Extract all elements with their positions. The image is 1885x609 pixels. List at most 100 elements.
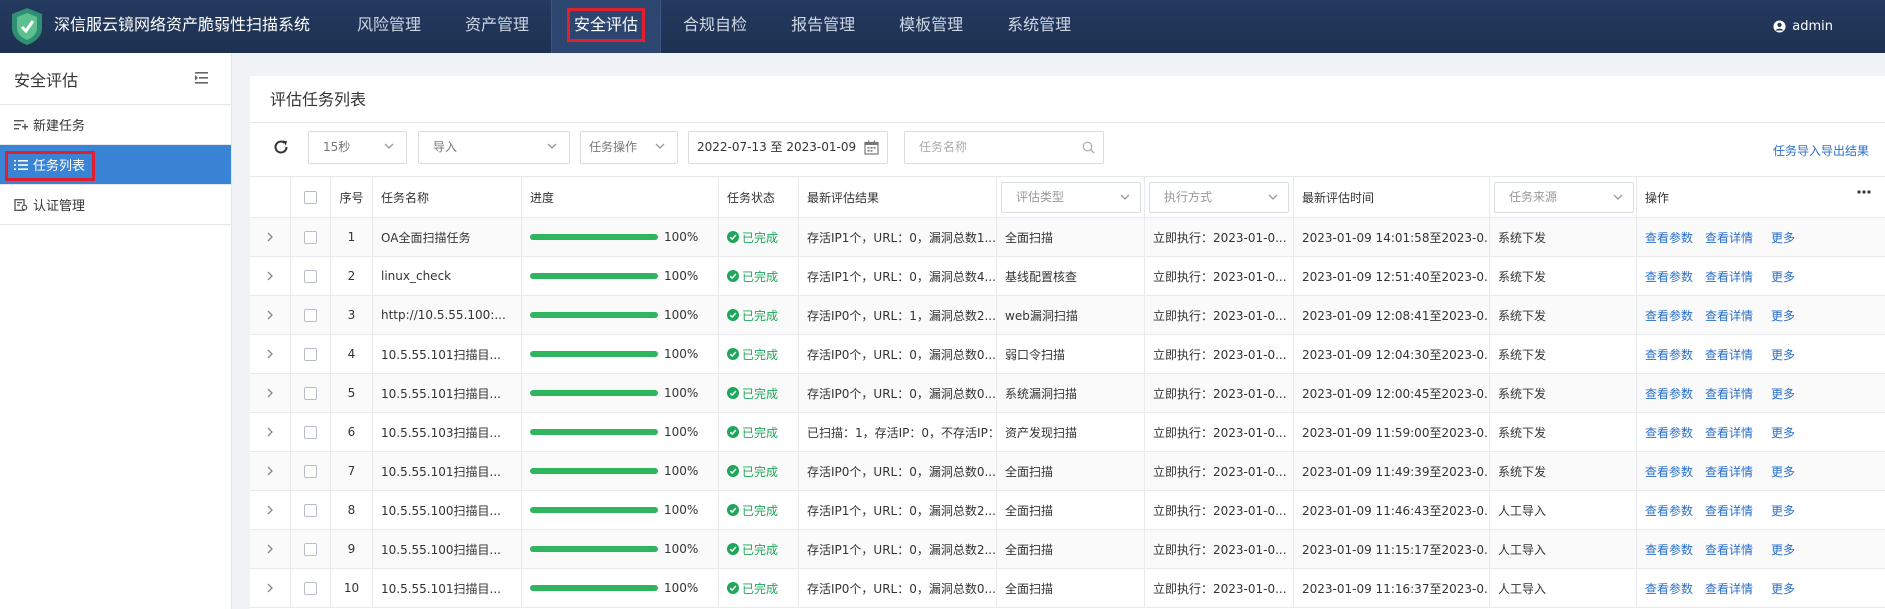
nav-system-management[interactable]: 系统管理 — [985, 0, 1093, 53]
row-checkbox[interactable] — [304, 425, 317, 439]
user-menu[interactable]: admin — [1773, 0, 1833, 53]
table-row[interactable]: 6 10.5.55.103扫描目... 100% 已完成 已扫描：1，存活IP：… — [250, 413, 1885, 452]
chevron-right-icon[interactable] — [266, 505, 274, 515]
chevron-right-icon[interactable] — [266, 583, 274, 593]
chevron-right-icon[interactable] — [266, 427, 274, 437]
table-row[interactable]: 5 10.5.55.101扫描目... 100% 已完成 存活IP0个，URL：… — [250, 374, 1885, 413]
row-task-name: 10.5.55.101扫描目... — [373, 335, 522, 373]
nav-security-assessment[interactable]: 安全评估 — [551, 0, 662, 53]
assessment-type-filter[interactable]: 评估类型 — [1001, 181, 1141, 213]
table-row[interactable]: 2 linux_check 100% 已完成 存活IP1个，URL：0，漏洞总数… — [250, 257, 1885, 296]
status-text: 已完成 — [742, 542, 779, 557]
row-checkbox[interactable] — [304, 230, 317, 244]
row-progress: 100% — [522, 413, 719, 451]
task-source-filter[interactable]: 任务来源 — [1494, 181, 1634, 213]
more-link[interactable]: 更多 — [1771, 424, 1795, 441]
table-row[interactable]: 7 10.5.55.101扫描目... 100% 已完成 存活IP0个，URL：… — [250, 452, 1885, 491]
nav-asset-management[interactable]: 资产管理 — [443, 0, 551, 53]
status-text: 已完成 — [742, 269, 779, 284]
row-checkbox[interactable] — [304, 464, 317, 478]
view-details-link[interactable]: 查看详情 — [1705, 463, 1753, 480]
view-details-link[interactable]: 查看详情 — [1705, 268, 1753, 285]
view-params-link[interactable]: 查看参数 — [1645, 580, 1693, 597]
row-task-source: 系统下发 — [1490, 257, 1637, 295]
row-task-source: 人工导入 — [1490, 569, 1637, 607]
row-checkbox[interactable] — [304, 347, 317, 361]
view-details-link[interactable]: 查看详情 — [1705, 307, 1753, 324]
more-link[interactable]: 更多 — [1771, 463, 1795, 480]
sidebar-item-new-task[interactable]: 新建任务 — [0, 105, 231, 145]
chevron-right-icon[interactable] — [266, 349, 274, 359]
view-details-link[interactable]: 查看详情 — [1705, 424, 1753, 441]
view-params-link[interactable]: 查看参数 — [1645, 424, 1693, 441]
chevron-right-icon[interactable] — [266, 544, 274, 554]
view-params-link[interactable]: 查看参数 — [1645, 463, 1693, 480]
chevron-right-icon[interactable] — [266, 466, 274, 476]
view-details-link[interactable]: 查看详情 — [1705, 541, 1753, 558]
nav-compliance-check[interactable]: 合规自检 — [661, 0, 769, 53]
table-row[interactable]: 9 10.5.55.100扫描目... 100% 已完成 存活IP1个，URL：… — [250, 530, 1885, 569]
task-operation-select[interactable]: 任务操作 — [580, 131, 678, 164]
chevron-down-icon — [547, 143, 557, 149]
row-checkbox[interactable] — [304, 581, 317, 595]
view-details-link[interactable]: 查看详情 — [1705, 346, 1753, 363]
chevron-right-icon[interactable] — [266, 388, 274, 398]
import-select[interactable]: 导入 — [418, 131, 570, 164]
chevron-right-icon[interactable] — [266, 271, 274, 281]
row-checkbox[interactable] — [304, 308, 317, 322]
row-task-name: linux_check — [373, 257, 522, 295]
more-link[interactable]: 更多 — [1771, 385, 1795, 402]
view-params-link[interactable]: 查看参数 — [1645, 502, 1693, 519]
refresh-icon[interactable] — [273, 139, 289, 155]
nav-risk-management[interactable]: 风险管理 — [335, 0, 443, 53]
task-import-export-results-link[interactable]: 任务导入导出结果 — [1773, 142, 1869, 159]
view-params-link[interactable]: 查看参数 — [1645, 229, 1693, 246]
more-link[interactable]: 更多 — [1771, 307, 1795, 324]
view-details-link[interactable]: 查看详情 — [1705, 229, 1753, 246]
header-select-all[interactable] — [291, 177, 331, 217]
collapse-menu-icon[interactable] — [195, 71, 211, 85]
chevron-right-icon[interactable] — [266, 232, 274, 242]
view-details-link[interactable]: 查看详情 — [1705, 580, 1753, 597]
table-row[interactable]: 3 http://10.5.55.100:... 100% 已完成 存活IP0个… — [250, 296, 1885, 335]
more-link[interactable]: 更多 — [1771, 268, 1795, 285]
view-params-link[interactable]: 查看参数 — [1645, 268, 1693, 285]
row-status: 已完成 — [719, 335, 799, 373]
task-name-search-input[interactable]: 任务名称 — [904, 131, 1104, 164]
nav-report-management[interactable]: 报告管理 — [769, 0, 877, 53]
view-params-link[interactable]: 查看参数 — [1645, 385, 1693, 402]
more-link[interactable]: 更多 — [1771, 502, 1795, 519]
date-range-picker[interactable]: 2022-07-13 至 2023-01-09 — [688, 131, 888, 164]
app-logo-icon — [12, 8, 42, 45]
refresh-interval-value: 15秒 — [323, 140, 351, 154]
view-details-link[interactable]: 查看详情 — [1705, 385, 1753, 402]
table-row[interactable]: 4 10.5.55.101扫描目... 100% 已完成 存活IP0个，URL：… — [250, 335, 1885, 374]
view-params-link[interactable]: 查看参数 — [1645, 346, 1693, 363]
refresh-interval-select[interactable]: 15秒 — [308, 131, 407, 164]
row-checkbox[interactable] — [304, 269, 317, 283]
view-details-link[interactable]: 查看详情 — [1705, 502, 1753, 519]
select-all-checkbox[interactable] — [304, 190, 317, 204]
more-link[interactable]: 更多 — [1771, 229, 1795, 246]
row-operations: 查看参数 查看详情 更多 — [1637, 374, 1885, 412]
sidebar-item-auth-management[interactable]: 认证管理 — [0, 185, 231, 225]
status-text: 已完成 — [742, 230, 779, 245]
row-checkbox[interactable] — [304, 386, 317, 400]
view-params-link[interactable]: 查看参数 — [1645, 541, 1693, 558]
table-row[interactable]: 1 OA全面扫描任务 100% 已完成 存活IP1个，URL：0，漏洞总数1..… — [250, 218, 1885, 257]
more-link[interactable]: 更多 — [1771, 346, 1795, 363]
row-checkbox[interactable] — [304, 503, 317, 517]
execution-mode-filter[interactable]: 执行方式 — [1149, 181, 1289, 213]
table-row[interactable]: 8 10.5.55.100扫描目... 100% 已完成 存活IP1个，URL：… — [250, 491, 1885, 530]
column-settings-icon[interactable] — [1857, 190, 1871, 194]
row-operations: 查看参数 查看详情 更多 — [1637, 530, 1885, 568]
more-link[interactable]: 更多 — [1771, 541, 1795, 558]
more-link[interactable]: 更多 — [1771, 580, 1795, 597]
status-text: 已完成 — [742, 425, 779, 440]
table-row[interactable]: 10 10.5.55.101扫描目... 100% 已完成 存活IP0个，URL… — [250, 569, 1885, 608]
view-params-link[interactable]: 查看参数 — [1645, 307, 1693, 324]
chevron-right-icon[interactable] — [266, 310, 274, 320]
row-checkbox[interactable] — [304, 542, 317, 556]
nav-template-management[interactable]: 模板管理 — [877, 0, 985, 53]
sidebar-item-task-list[interactable]: 任务列表 — [0, 145, 231, 185]
